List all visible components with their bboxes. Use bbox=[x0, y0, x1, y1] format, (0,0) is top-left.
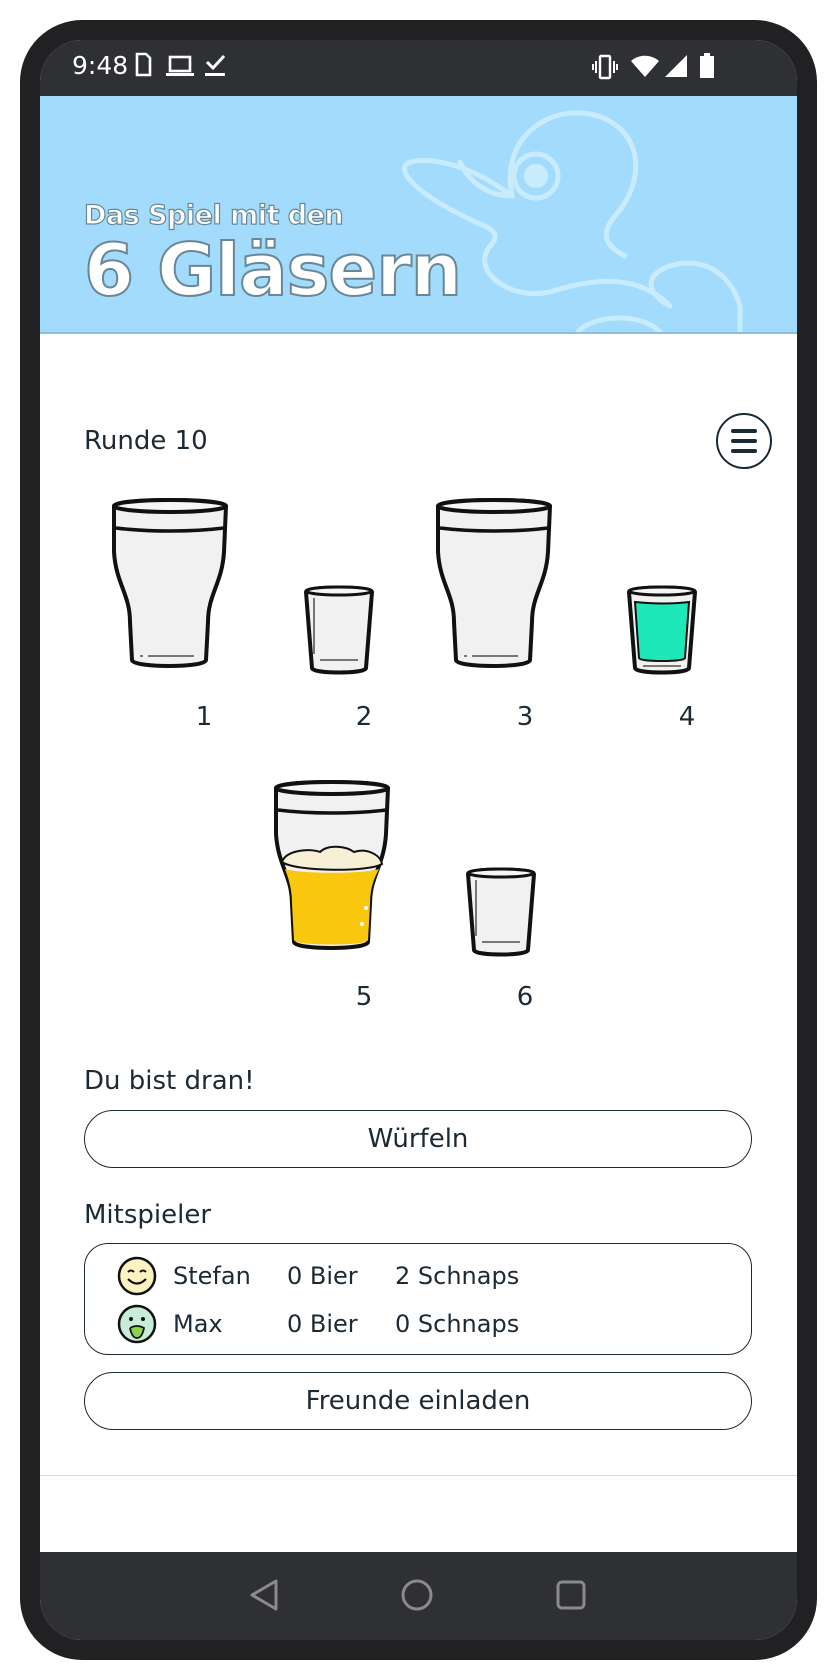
glass-number: 6 bbox=[516, 982, 534, 1012]
status-time: 9:48 bbox=[72, 51, 129, 80]
player-schnaps-count: 0 Schnaps bbox=[395, 1310, 520, 1338]
glass-1[interactable] bbox=[108, 492, 232, 674]
glass-5[interactable] bbox=[270, 774, 394, 956]
header-title: 6 Gläsern bbox=[83, 228, 463, 312]
glass-number: 5 bbox=[355, 982, 373, 1012]
turn-label: Du bist dran! bbox=[84, 1066, 255, 1096]
sim-card-icon bbox=[134, 52, 152, 82]
glass-number: 3 bbox=[516, 702, 534, 732]
laptop-icon bbox=[166, 55, 194, 81]
players-list: Stefan 0 Bier 2 Schnaps Max 0 Bier 0 Sch… bbox=[84, 1243, 752, 1355]
divider bbox=[40, 1475, 797, 1476]
player-beer-count: 0 Bier bbox=[287, 1262, 358, 1290]
player-name: Stefan bbox=[173, 1262, 251, 1290]
glass-number: 1 bbox=[195, 702, 213, 732]
shot-glass-icon bbox=[465, 867, 537, 957]
menu-icon-bar bbox=[731, 449, 757, 453]
recents-icon[interactable] bbox=[554, 1578, 588, 1616]
player-row: Max 0 Bier 0 Schnaps bbox=[85, 1302, 753, 1346]
beer-glass-icon bbox=[274, 780, 391, 950]
battery-icon bbox=[699, 52, 715, 84]
player-beer-count: 0 Bier bbox=[287, 1310, 358, 1338]
beer-glass-icon bbox=[112, 498, 229, 668]
player-schnaps-count: 2 Schnaps bbox=[395, 1262, 520, 1290]
player-row: Stefan 0 Bier 2 Schnaps bbox=[85, 1254, 753, 1298]
glass-6[interactable] bbox=[464, 866, 538, 962]
home-icon[interactable] bbox=[400, 1578, 434, 1616]
wifi-icon bbox=[630, 55, 660, 83]
signal-icon bbox=[664, 54, 688, 82]
glass-number: 4 bbox=[678, 702, 696, 732]
screen: 9:48 Das Spiel mit den 6 Gläsern Runde 1… bbox=[40, 40, 797, 1640]
glass-2[interactable] bbox=[302, 584, 376, 680]
invite-friends-button[interactable]: Freunde einladen bbox=[84, 1372, 752, 1430]
glass-number: 2 bbox=[355, 702, 373, 732]
menu-button[interactable] bbox=[716, 413, 772, 469]
back-icon[interactable] bbox=[248, 1578, 280, 1616]
shot-glass-icon bbox=[303, 585, 375, 675]
app-header: Das Spiel mit den 6 Gläsern bbox=[40, 96, 797, 334]
beer-glass-icon bbox=[436, 498, 553, 668]
navigation-bar bbox=[40, 1552, 797, 1640]
round-label: Runde 10 bbox=[84, 426, 208, 456]
sick-face-icon bbox=[117, 1304, 157, 1350]
glass-4[interactable] bbox=[625, 584, 699, 680]
roll-dice-button[interactable]: Würfeln bbox=[84, 1110, 752, 1168]
checkmark-icon bbox=[204, 52, 226, 82]
player-name: Max bbox=[173, 1310, 223, 1338]
players-heading: Mitspieler bbox=[84, 1200, 212, 1230]
menu-icon-bar bbox=[731, 439, 757, 443]
status-bar: 9:48 bbox=[40, 40, 797, 96]
header-subtitle: Das Spiel mit den bbox=[83, 199, 344, 231]
glass-3[interactable] bbox=[432, 492, 556, 674]
vibrate-icon bbox=[592, 54, 618, 84]
shot-glass-icon bbox=[626, 585, 698, 675]
smiling-face-icon bbox=[117, 1256, 157, 1302]
phone-frame: 9:48 Das Spiel mit den 6 Gläsern Runde 1… bbox=[20, 20, 817, 1660]
menu-icon bbox=[731, 429, 757, 433]
